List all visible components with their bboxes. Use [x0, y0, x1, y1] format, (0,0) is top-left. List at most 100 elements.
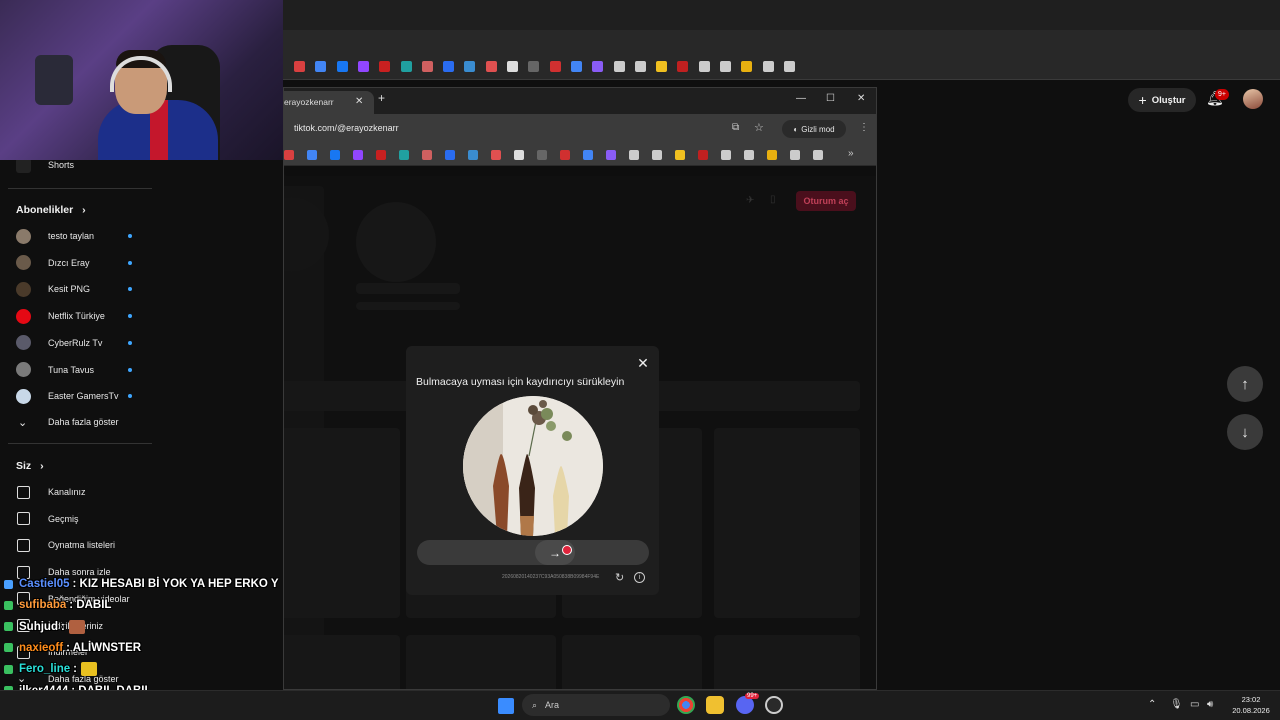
bookmark-favicon-icon[interactable] — [767, 150, 777, 160]
maximize-icon[interactable]: ☐ — [826, 93, 835, 104]
new-tab-icon[interactable]: + — [378, 91, 385, 105]
bookmark-favicon-icon[interactable] — [720, 61, 731, 72]
bookmark-favicon-icon[interactable] — [698, 61, 710, 72]
windows-start-icon[interactable] — [498, 698, 514, 714]
tab-close-icon[interactable]: ✕ — [355, 91, 363, 113]
taskbar-clock[interactable]: 23:02 20.08.2026 — [1226, 694, 1276, 716]
bookmark-favicon-icon[interactable] — [445, 150, 455, 160]
bookmark-favicon-icon[interactable] — [652, 150, 662, 160]
taskbar-search[interactable]: ⌕ Ara — [522, 694, 670, 716]
bookmark-favicon-icon[interactable] — [443, 61, 455, 72]
bookmark-favicon-icon[interactable] — [783, 61, 795, 72]
minimize-icon[interactable]: — — [796, 93, 806, 104]
bookmark-favicon-icon[interactable] — [422, 150, 432, 160]
scroll-down-button[interactable]: ↓ — [1227, 414, 1263, 450]
volume-icon[interactable]: 🔊︎ — [1207, 699, 1213, 710]
bookmark-favicon-icon[interactable] — [528, 61, 540, 72]
bookmark-favicon-icon[interactable] — [315, 61, 327, 72]
chrome-icon[interactable] — [677, 696, 695, 714]
close-window-icon[interactable]: ✕ — [857, 93, 865, 104]
bookmark-favicon-icon[interactable] — [485, 61, 497, 72]
sidebar-channel-item[interactable]: Netflix Türkiye — [0, 303, 150, 329]
create-button[interactable]: + Oluştur — [1128, 88, 1196, 112]
chat-badge-icon — [4, 664, 13, 674]
bookmark-favicon-icon[interactable] — [762, 61, 774, 72]
login-button[interactable]: Oturum aç — [796, 191, 856, 211]
refresh-icon[interactable]: ↻ — [615, 571, 624, 584]
bookmark-favicon-icon[interactable] — [307, 150, 317, 160]
bookmark-favicon-icon[interactable] — [294, 61, 305, 72]
translate-icon[interactable]: ⧉ — [732, 122, 739, 133]
menu-dots-icon[interactable]: ⋮ — [859, 122, 869, 133]
tray-chevron-icon[interactable]: ⌃ — [1148, 699, 1156, 710]
file-explorer-icon[interactable] — [706, 696, 724, 714]
bookmark-favicon-icon[interactable] — [549, 61, 561, 72]
bookmark-favicon-icon[interactable] — [399, 150, 409, 160]
bookmark-favicon-icon[interactable] — [464, 61, 476, 72]
bookmark-favicon-icon[interactable] — [675, 150, 685, 160]
bookmark-favicon-icon[interactable] — [560, 150, 570, 160]
info-icon[interactable]: i — [634, 572, 645, 583]
bookmark-favicon-icon[interactable] — [357, 61, 369, 72]
sidebar-channel-item[interactable]: CyberRulz Tv — [0, 330, 150, 356]
url-field[interactable]: tiktok.com/@erayozkenarr — [294, 123, 399, 133]
bookmark-favicon-icon[interactable] — [570, 61, 582, 72]
bookmark-favicon-icon[interactable] — [421, 61, 433, 72]
bookmark-favicon-icon[interactable] — [353, 150, 363, 160]
bookmark-favicon-icon[interactable] — [606, 150, 616, 160]
device-icon[interactable]: ▯ — [770, 194, 776, 205]
captcha-slider-track[interactable]: → — [417, 540, 649, 565]
bookmark-favicon-icon[interactable] — [790, 150, 800, 160]
you-header[interactable]: Siz › — [16, 460, 44, 472]
sidebar-channel-item[interactable]: Tuna Tavus — [0, 357, 150, 383]
chat-message: sufibaba: DABIL — [4, 595, 111, 615]
scroll-up-button[interactable]: ↑ — [1227, 366, 1263, 402]
bookmark-favicon-icon[interactable] — [629, 150, 639, 160]
bookmark-favicon-icon[interactable] — [583, 150, 593, 160]
browser-tab[interactable]: erayozkenarr ✕ — [284, 91, 374, 114]
sidebar-channel-item[interactable]: Dızcı Eray — [0, 250, 150, 276]
app-icon[interactable] — [765, 696, 783, 714]
bookmark-favicon-icon[interactable] — [336, 61, 348, 72]
more-bookmarks-icon[interactable]: » — [848, 148, 854, 159]
account-avatar[interactable] — [1243, 89, 1263, 109]
bookmark-favicon-icon[interactable] — [592, 61, 604, 72]
bookmark-star-icon[interactable]: ☆ — [754, 121, 764, 134]
chat-message: Suhjud: — [4, 617, 85, 637]
bookmark-favicon-icon[interactable] — [744, 150, 754, 160]
sidebar-you-item[interactable]: Kanalınız — [0, 479, 150, 505]
bookmark-favicon-icon[interactable] — [634, 61, 646, 72]
bookmark-favicon-icon[interactable] — [491, 150, 501, 160]
bookmark-favicon-icon[interactable] — [400, 61, 412, 72]
bookmark-favicon-icon[interactable] — [537, 150, 547, 160]
sidebar-you-item[interactable]: Geçmiş — [0, 506, 150, 532]
sidebar-channel-item[interactable]: Kesit PNG — [0, 276, 150, 302]
sidebar-show-more-subs[interactable]: ⌄ Daha fazla göster — [0, 409, 150, 435]
bookmark-favicon-icon[interactable] — [468, 150, 478, 160]
bookmark-favicon-icon[interactable] — [507, 61, 518, 72]
bookmark-favicon-icon[interactable] — [741, 61, 753, 72]
captcha-instruction: Bulmacaya uyması için kaydırıcıyı sürükl… — [416, 376, 625, 388]
sidebar-channel-item[interactable]: testo taylan — [0, 223, 150, 249]
shelf-decoration — [35, 55, 73, 105]
bookmark-favicon-icon[interactable] — [330, 150, 340, 160]
chat-message: Castiel05: KIZ HESABI Bİ YOK YA HEP ERKO… — [4, 574, 279, 594]
bookmark-favicon-icon[interactable] — [721, 150, 731, 160]
sidebar-you-item[interactable]: Oynatma listeleri — [0, 532, 150, 558]
bookmark-favicon-icon[interactable] — [813, 150, 823, 160]
bookmark-favicon-icon[interactable] — [656, 61, 668, 72]
bookmark-favicon-icon[interactable] — [613, 61, 625, 72]
bookmark-favicon-icon[interactable] — [376, 150, 386, 160]
monitor-icon[interactable]: ▭ — [1190, 699, 1199, 710]
bookmark-favicon-icon[interactable] — [284, 150, 294, 160]
subscriptions-header[interactable]: Abonelikler › — [16, 204, 86, 216]
send-icon[interactable]: ✈︎ — [746, 195, 754, 206]
bookmark-favicon-icon[interactable] — [677, 61, 689, 72]
sidebar-channel-item[interactable]: Easter GamersTv — [0, 383, 150, 409]
captcha-close-icon[interactable]: ✕ — [636, 356, 650, 370]
bookmark-favicon-icon[interactable] — [698, 150, 708, 160]
bookmark-favicon-icon[interactable] — [514, 150, 524, 160]
incognito-indicator[interactable]: ◐ Gizli mod — [782, 120, 846, 138]
bookmark-favicon-icon[interactable] — [379, 61, 391, 72]
microphone-icon[interactable]: 🎙︎ — [1170, 699, 1183, 710]
